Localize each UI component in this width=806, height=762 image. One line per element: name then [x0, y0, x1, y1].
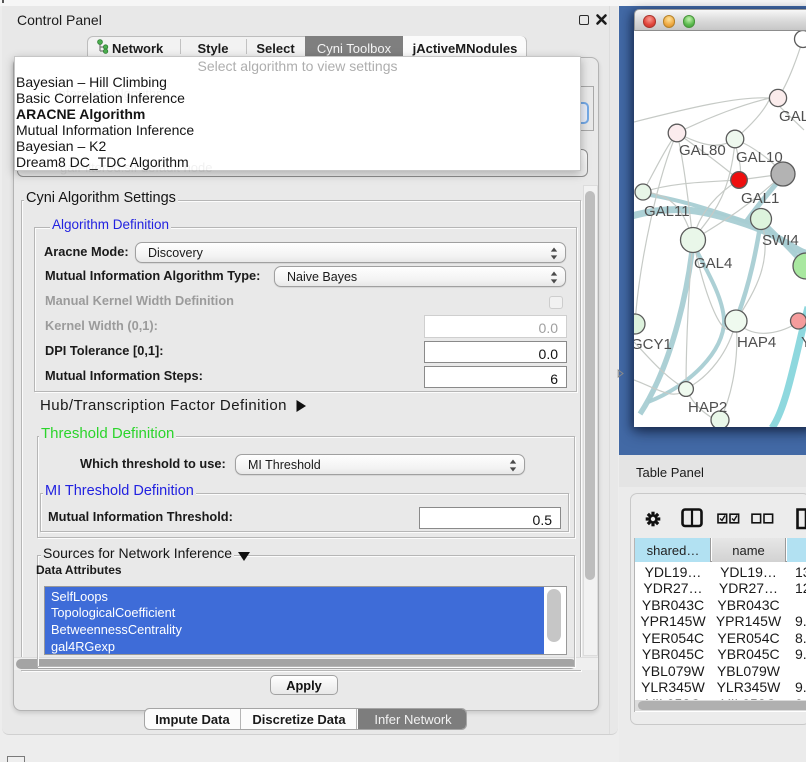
svg-text:HAP2: HAP2	[688, 399, 727, 416]
svg-text:GAL1: GAL1	[741, 190, 779, 207]
svg-text:GCY1: GCY1	[634, 336, 672, 353]
svg-text:HAP4: HAP4	[737, 334, 776, 351]
svg-text:GAL11: GAL11	[644, 203, 690, 220]
svg-text:YM: YM	[801, 334, 806, 351]
svg-text:GAL10: GAL10	[736, 149, 783, 166]
svg-text:SWI4: SWI4	[762, 232, 799, 249]
svg-text:GAL80: GAL80	[679, 142, 726, 159]
svg-text:GAL7: GAL7	[779, 108, 806, 125]
svg-text:GAL4: GAL4	[694, 255, 732, 272]
